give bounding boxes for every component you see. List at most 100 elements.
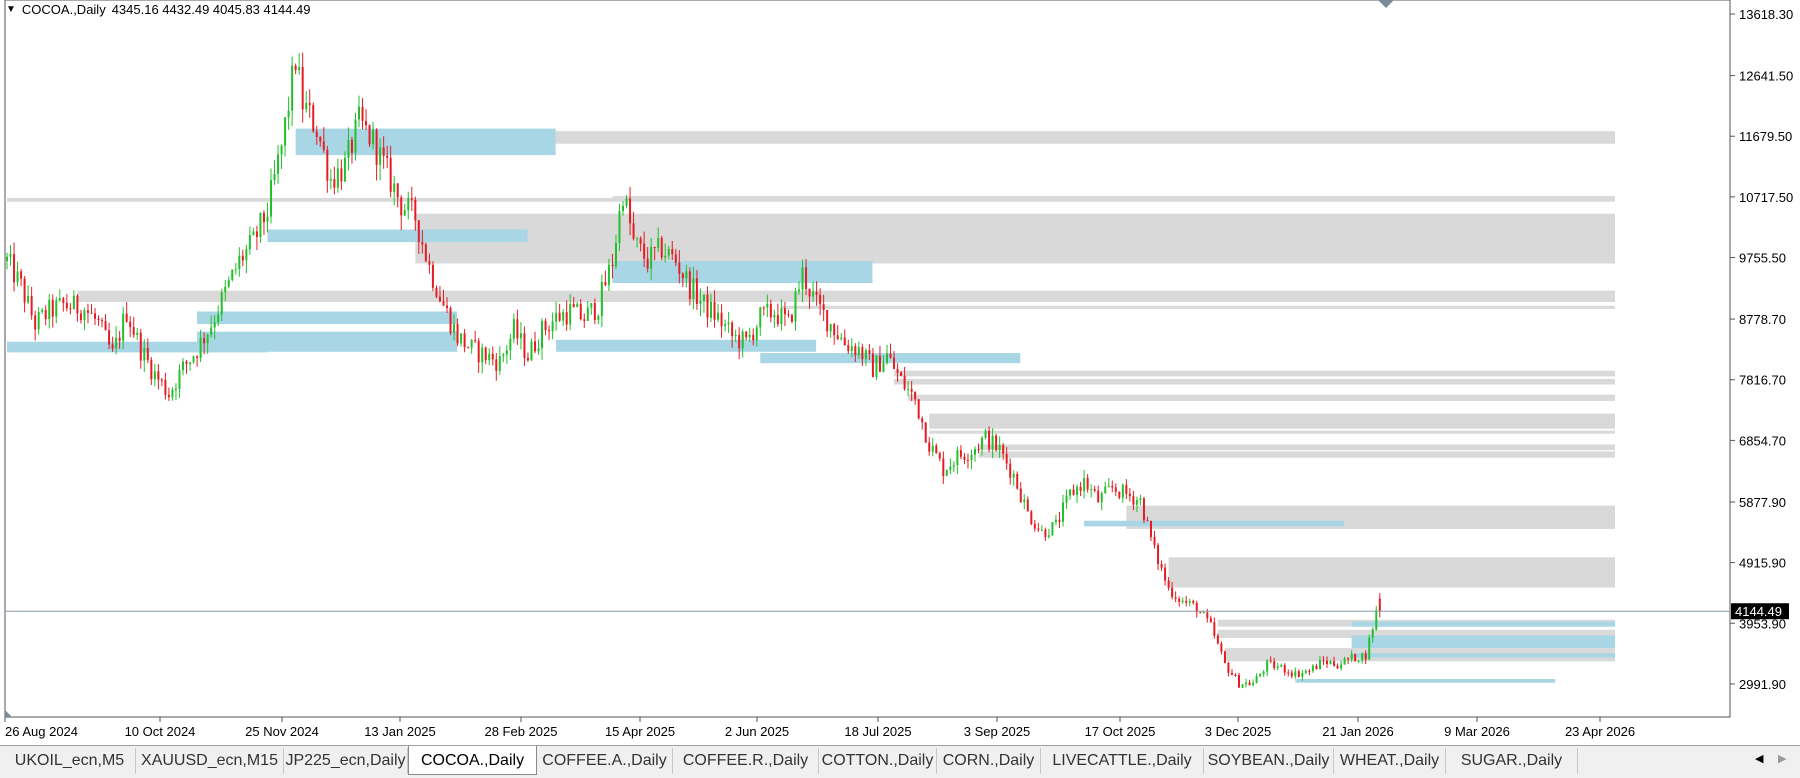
- tab-xauusd-ecn-m15[interactable]: XAUUSD_ecn,M15: [136, 748, 284, 774]
- candle-body: [1026, 499, 1029, 512]
- x-tick-label: 2 Jun 2025: [725, 724, 789, 739]
- candle-body: [1301, 672, 1304, 677]
- tab-sugar-daily[interactable]: SUGAR.,Daily: [1446, 748, 1578, 774]
- candle-body: [1114, 487, 1117, 492]
- candle-body: [115, 337, 118, 349]
- dropdown-triangle-icon[interactable]: ▼: [6, 4, 16, 15]
- x-tick-label: 17 Oct 2025: [1085, 724, 1156, 739]
- candle-body: [6, 256, 8, 262]
- candle-body: [294, 65, 297, 70]
- candle-body: [526, 357, 529, 361]
- candle-body: [277, 154, 280, 174]
- candle-body: [840, 337, 843, 339]
- candle-body: [79, 313, 82, 321]
- candle-body: [1347, 658, 1350, 660]
- candle-body: [667, 249, 670, 256]
- candle-body: [139, 332, 142, 361]
- candle-body: [428, 261, 431, 265]
- candle-body: [1019, 488, 1022, 502]
- candle-body: [509, 338, 512, 351]
- price-chart[interactable]: 13618.30 12641.50 11679.50 10717.50 9755.50 8…: [0, 0, 1800, 745]
- candle-body: [604, 281, 607, 286]
- candle-body: [1273, 661, 1276, 668]
- candle-body: [358, 106, 360, 120]
- candle-body: [805, 267, 808, 289]
- scroll-left-icon[interactable]: ◀: [1755, 752, 1763, 765]
- candle-body: [329, 179, 332, 181]
- candle-body: [562, 312, 565, 321]
- x-tick-label: 15 Apr 2025: [605, 724, 675, 739]
- tab-ukoil-ecn-m5[interactable]: UKOIL_ecn,M5: [4, 748, 136, 774]
- candle-body: [921, 418, 924, 423]
- candle-body: [1238, 675, 1240, 688]
- candle-body: [1350, 653, 1353, 660]
- candle-body: [1009, 463, 1012, 478]
- tab-corn-daily[interactable]: CORN.,Daily: [937, 748, 1041, 774]
- candle-body: [970, 454, 973, 461]
- candle-body: [864, 350, 867, 360]
- candle-body: [614, 243, 617, 267]
- candle-body: [900, 372, 903, 376]
- candle-body: [467, 347, 470, 349]
- candle-body: [1118, 491, 1121, 498]
- chart-area[interactable]: 13618.30 12641.50 11679.50 10717.50 9755.50 8…: [0, 0, 1800, 745]
- candle-body: [1164, 567, 1167, 581]
- candle-body: [1241, 684, 1244, 688]
- candle-body: [365, 120, 368, 126]
- candle-body: [122, 313, 125, 341]
- candle-body: [572, 304, 575, 308]
- candle-body: [308, 103, 311, 106]
- scroll-right-icon[interactable]: ▶: [1778, 752, 1786, 765]
- candle-body: [512, 319, 515, 339]
- tab-soybean-daily[interactable]: SOYBEAN.,Daily: [1204, 748, 1334, 774]
- tab-cotton-daily[interactable]: COTTON.,Daily: [819, 748, 937, 774]
- candle-body: [1280, 665, 1283, 667]
- demand-zone: [1295, 678, 1556, 683]
- candle-body: [1283, 665, 1286, 673]
- candle-body: [1255, 676, 1258, 684]
- candle-body: [1248, 682, 1251, 686]
- candle-body: [1107, 485, 1110, 487]
- candle-body: [252, 231, 255, 235]
- tab-wheat-daily[interactable]: WHEAT.,Daily: [1334, 748, 1446, 774]
- candle-body: [1097, 490, 1100, 503]
- candle-body: [1192, 601, 1195, 603]
- candle-body: [150, 359, 153, 380]
- candle-body: [1311, 665, 1314, 671]
- candle-body: [1364, 653, 1367, 660]
- candle-body: [1139, 498, 1142, 500]
- tab-jp225-ecn-daily[interactable]: JP225_ecn,Daily: [284, 748, 408, 774]
- candle-body: [836, 335, 839, 339]
- candle-body: [889, 353, 892, 358]
- candle-body: [435, 287, 438, 297]
- tab-coffee-r-daily[interactable]: COFFEE.R.,Daily: [673, 748, 819, 774]
- demand-zone: [1084, 520, 1345, 527]
- candle-body: [1125, 484, 1128, 494]
- candle-body: [1329, 661, 1332, 665]
- candle-body: [372, 129, 375, 145]
- candle-body: [1150, 520, 1152, 537]
- candle-body: [776, 314, 779, 325]
- candle-body: [544, 320, 547, 331]
- candle-body: [886, 353, 888, 363]
- candle-body: [368, 125, 371, 145]
- candle-body: [1062, 502, 1064, 522]
- candle-body: [1079, 486, 1082, 491]
- demand-zone: [1351, 653, 1615, 658]
- tab-cocoa-daily[interactable]: COCOA.,Daily: [408, 746, 537, 775]
- tab-coffee-a-daily[interactable]: COFFEE.A.,Daily: [537, 748, 673, 774]
- candle-body: [706, 294, 709, 318]
- candle-body: [657, 237, 660, 249]
- candle-body: [343, 157, 346, 182]
- candle-body: [146, 348, 149, 360]
- candle-body: [76, 295, 79, 314]
- demand-zone: [1351, 621, 1615, 627]
- candle-body: [928, 442, 931, 452]
- candle-body: [1315, 665, 1318, 670]
- y-tick-label: 8778.70: [1739, 312, 1786, 327]
- tab-livecattle-daily[interactable]: LIVECATTLE.,Daily: [1041, 748, 1204, 774]
- candle-body: [783, 308, 786, 315]
- current-price-label: 4144.49: [1735, 604, 1782, 619]
- candle-body: [1157, 545, 1160, 565]
- candle-body: [984, 430, 987, 438]
